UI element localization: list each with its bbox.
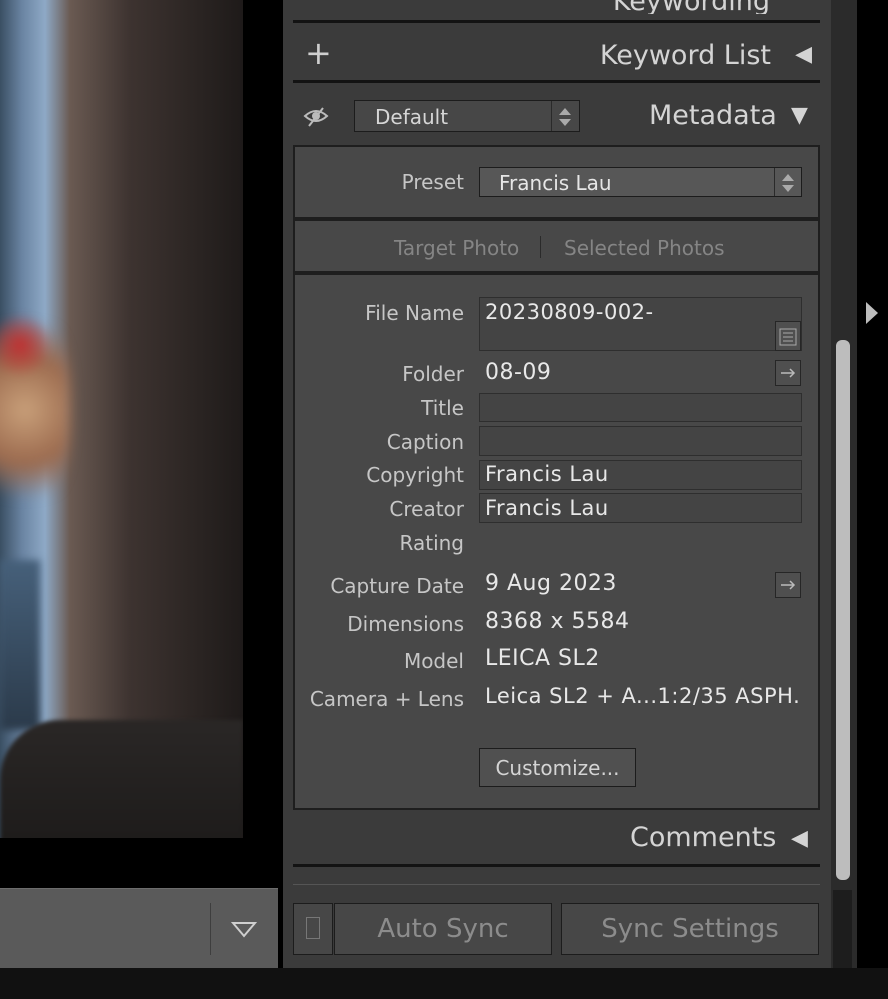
- title-field[interactable]: [479, 393, 802, 422]
- sync-settings-label: Sync Settings: [601, 914, 779, 944]
- arrow-right-icon: [781, 368, 796, 378]
- photo-preview: [0, 0, 243, 838]
- file-name-value: 20230809-002-: [485, 300, 654, 324]
- creator-value: Francis Lau: [485, 496, 609, 520]
- auto-sync-label: Auto Sync: [377, 914, 509, 944]
- sync-settings-button[interactable]: Sync Settings: [561, 903, 819, 955]
- arrow-right-icon: [781, 580, 796, 590]
- model-value: LEICA SL2: [485, 646, 600, 671]
- folder-label: Folder: [402, 362, 464, 386]
- rating-label: Rating: [399, 531, 464, 555]
- capture-date-label: Capture Date: [330, 574, 464, 598]
- divider: [293, 20, 820, 23]
- list-button[interactable]: [775, 321, 801, 351]
- capture-date-value: 9 Aug 2023: [485, 571, 617, 596]
- preset-value: Francis Lau: [499, 171, 612, 195]
- creator-label: Creator: [389, 497, 464, 521]
- title-label: Title: [421, 396, 464, 420]
- target-photo-tab[interactable]: Target Photo: [394, 236, 519, 260]
- add-keyword-button[interactable]: +: [305, 34, 332, 72]
- caption-label: Caption: [386, 430, 464, 454]
- caption-field[interactable]: [479, 426, 802, 456]
- comments-collapse-icon[interactable]: ◀: [791, 826, 808, 851]
- keyword-list-collapse-icon[interactable]: ◀: [795, 42, 812, 67]
- panel-scrollbar[interactable]: [836, 340, 850, 880]
- camera-lens-label: Camera + Lens: [309, 687, 464, 711]
- sync-toggle[interactable]: [293, 903, 333, 955]
- selected-photos-tab[interactable]: Selected Photos: [564, 236, 725, 260]
- filmstrip-edge: [0, 968, 888, 999]
- divider: [293, 884, 820, 885]
- auto-sync-button[interactable]: Auto Sync: [334, 903, 552, 955]
- eye-icon[interactable]: [303, 106, 329, 128]
- folder-value: 08-09: [485, 360, 552, 385]
- metadata-fields: [293, 273, 820, 810]
- preset-view-dropdown[interactable]: Default: [354, 100, 580, 132]
- customize-button[interactable]: Customize...: [479, 748, 636, 787]
- keyword-list-title: Keyword List: [599, 40, 771, 71]
- list-icon: [779, 328, 797, 346]
- capture-date-button[interactable]: [775, 572, 801, 598]
- keywording-title: Keywording: [613, 0, 770, 14]
- panel-collapse-icon[interactable]: [864, 300, 880, 326]
- customize-label: Customize...: [495, 756, 620, 780]
- keywording-header[interactable]: Keywording: [293, 0, 820, 14]
- triangle-down-icon[interactable]: [231, 920, 257, 938]
- go-to-folder-button[interactable]: [775, 360, 801, 386]
- metadata-collapse-icon[interactable]: ▼: [791, 103, 808, 128]
- preset-label: Preset: [401, 170, 464, 194]
- dimensions-value: 8368 x 5584: [485, 609, 630, 634]
- copyright-value: Francis Lau: [485, 462, 609, 486]
- comments-title[interactable]: Comments: [630, 822, 776, 853]
- preset-view-value: Default: [375, 105, 449, 129]
- keyword-list-header[interactable]: + Keyword List ◀: [293, 34, 820, 78]
- scrollbar-track: [833, 890, 852, 968]
- model-label: Model: [403, 649, 464, 673]
- divider: [293, 864, 820, 867]
- dimensions-label: Dimensions: [347, 612, 464, 636]
- divider: [293, 80, 820, 83]
- updown-icon: [559, 108, 571, 126]
- metadata-title[interactable]: Metadata: [649, 100, 777, 131]
- target-selector: [293, 219, 820, 273]
- camera-lens-value: Leica SL2 + A...1:2/35 ASPH.: [485, 684, 801, 708]
- updown-icon: [782, 174, 794, 192]
- preset-dropdown[interactable]: Francis Lau: [479, 167, 802, 197]
- file-name-label: File Name: [365, 301, 464, 325]
- copyright-label: Copyright: [366, 463, 464, 487]
